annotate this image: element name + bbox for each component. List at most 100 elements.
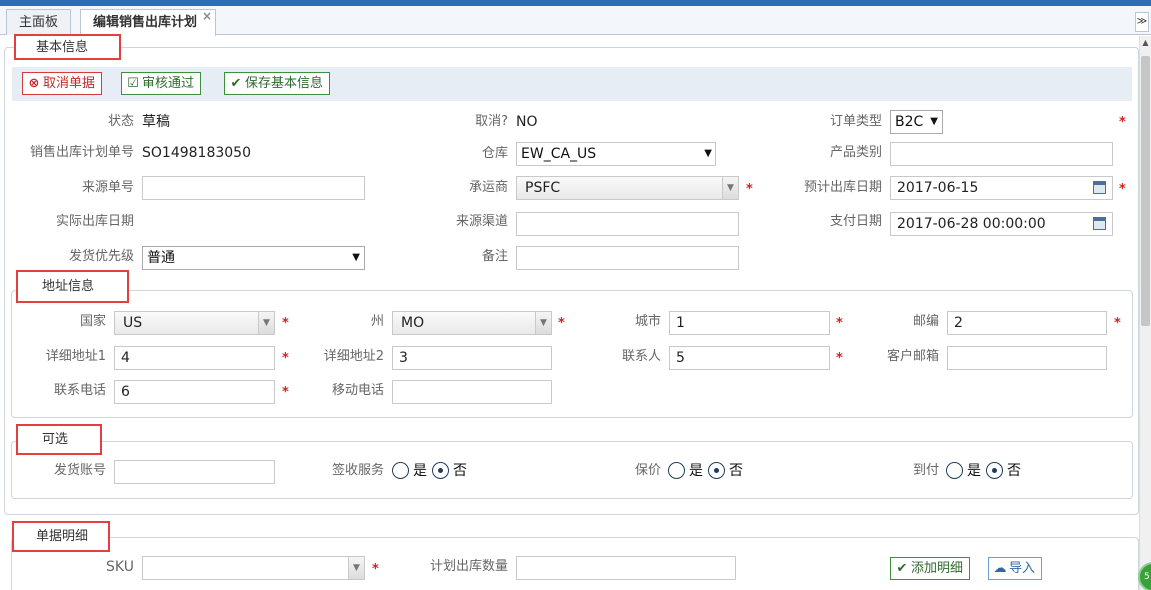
status-value: 草稿	[142, 114, 170, 130]
scroll-up-icon[interactable]: ▲	[1140, 36, 1151, 50]
insure-label: 保价	[634, 463, 661, 478]
add-detail-label: 添加明细	[911, 561, 964, 576]
approve-button[interactable]: ☑ 审核通过	[121, 72, 202, 95]
order-type-label: 订单类型	[829, 114, 882, 129]
add-detail-button[interactable]: ✔ 添加明细	[890, 557, 971, 580]
insure-yes-radio[interactable]	[668, 462, 685, 479]
required-mark: *	[1119, 115, 1126, 130]
detail-title: 单据明细	[36, 529, 89, 544]
cancel-order-button[interactable]: ⊗ 取消单据	[22, 72, 103, 95]
chevron-down-icon[interactable]: ▼	[258, 312, 274, 334]
chevron-down-icon: ▼	[704, 148, 712, 159]
warehouse-select[interactable]: EW_CA_US ▼	[516, 142, 716, 166]
sign-yes-label: 是	[413, 463, 427, 479]
address2-label: 详细地址2	[323, 349, 384, 364]
address1-input[interactable]: 4	[114, 346, 275, 370]
est-date-input[interactable]: 2017-06-15	[890, 176, 1113, 200]
required-mark: *	[1119, 182, 1126, 197]
email-input[interactable]	[947, 346, 1107, 370]
calendar-icon[interactable]	[1093, 217, 1106, 230]
cloud-upload-icon: ☁	[993, 561, 1007, 576]
remark-input[interactable]	[516, 246, 739, 270]
city-input[interactable]: 1	[669, 311, 830, 335]
state-value: MO	[401, 315, 425, 331]
priority-select[interactable]: 普通 ▼	[142, 246, 365, 270]
channel-label: 来源渠道	[455, 214, 508, 229]
scroll-thumb[interactable]	[1141, 56, 1150, 326]
cod-yes-radio[interactable]	[946, 462, 963, 479]
vertical-scrollbar[interactable]: ▲	[1139, 36, 1151, 590]
tab-dashboard-label: 主面板	[19, 15, 59, 30]
contact-input[interactable]: 5	[669, 346, 830, 370]
cancel-icon: ⊗	[28, 76, 40, 91]
status-label: 状态	[107, 114, 134, 129]
insure-yes-label: 是	[689, 463, 703, 479]
product-category-label: 产品类别	[829, 145, 882, 160]
order-type-select[interactable]: B2C ▼	[890, 110, 943, 134]
optional-title: 可选	[42, 432, 69, 447]
address2-input[interactable]: 3	[392, 346, 552, 370]
address-legend: 地址信息	[16, 270, 129, 303]
tab-dashboard[interactable]: 主面板	[6, 9, 72, 35]
sign-no-label: 否	[453, 463, 467, 479]
product-category-input[interactable]	[890, 142, 1113, 166]
contact-label: 联系人	[621, 349, 661, 364]
calendar-icon[interactable]	[1093, 181, 1106, 194]
planned-qty-input[interactable]	[516, 556, 736, 580]
address1-label: 详细地址1	[45, 349, 106, 364]
channel-input[interactable]	[516, 212, 739, 236]
required-mark: *	[836, 351, 843, 366]
required-mark: *	[836, 316, 843, 331]
account-input[interactable]	[114, 460, 275, 484]
pay-date-value: 2017-06-28 00:00:00	[897, 216, 1046, 232]
est-date-value: 2017-06-15	[897, 180, 979, 196]
tab-edit-label: 编辑销售出库计划	[93, 15, 198, 30]
save-basic-button[interactable]: ✔ 保存基本信息	[224, 72, 331, 95]
source-no-input[interactable]	[142, 176, 365, 200]
zip-input[interactable]: 2	[947, 311, 1107, 335]
sign-service-label: 签收服务	[331, 463, 384, 478]
import-button[interactable]: ☁ 导入	[988, 557, 1043, 580]
chevron-down-icon: ▼	[352, 252, 360, 263]
mobile-input[interactable]	[392, 380, 552, 404]
est-date-label: 预计出库日期	[803, 180, 882, 195]
actual-date-label: 实际出库日期	[55, 214, 134, 229]
zip-label: 邮编	[912, 314, 939, 329]
plan-no-value: SO1498183050	[142, 145, 251, 161]
carrier-label: 承运商	[468, 180, 508, 195]
carrier-value: PSFC	[525, 180, 561, 196]
required-mark: *	[282, 351, 289, 366]
tab-bar: 主面板 编辑销售出库计划 × ≫	[0, 6, 1151, 36]
planned-qty-label: 计划出库数量	[429, 559, 508, 574]
sign-yes-radio[interactable]	[392, 462, 409, 479]
cancelled-label: 取消?	[475, 114, 508, 129]
sign-no-radio[interactable]	[432, 462, 449, 479]
sku-combo[interactable]: ▼	[142, 556, 365, 580]
tab-menu-button[interactable]: ≫	[1135, 12, 1149, 32]
chevron-down-icon[interactable]: ▼	[535, 312, 551, 334]
phone-input[interactable]: 6	[114, 380, 275, 404]
state-combo[interactable]: MO ▼	[392, 311, 552, 335]
chevron-down-icon[interactable]: ▼	[722, 177, 738, 199]
carrier-combo[interactable]: PSFC ▼	[516, 176, 739, 200]
cod-no-label: 否	[1007, 463, 1021, 479]
insure-no-label: 否	[729, 463, 743, 479]
insure-no-radio[interactable]	[708, 462, 725, 479]
required-mark: *	[558, 316, 565, 331]
basic-info-title: 基本信息	[36, 40, 89, 55]
cancelled-value: NO	[516, 114, 538, 130]
state-label: 州	[370, 314, 384, 329]
detail-legend: 单据明细	[12, 521, 110, 552]
required-mark: *	[282, 385, 289, 400]
cod-no-radio[interactable]	[986, 462, 1003, 479]
tab-edit-sales-plan[interactable]: 编辑销售出库计划 ×	[80, 9, 217, 36]
country-combo[interactable]: US ▼	[114, 311, 275, 335]
priority-label: 发货优先级	[68, 249, 134, 264]
check-square-icon: ☑	[127, 76, 139, 91]
pay-date-input[interactable]: 2017-06-28 00:00:00	[890, 212, 1113, 236]
plan-no-label: 销售出库计划单号	[29, 145, 134, 160]
chevron-down-icon[interactable]: ▼	[348, 557, 364, 579]
approve-label: 审核通过	[142, 76, 195, 91]
close-icon[interactable]: ×	[202, 4, 212, 29]
mobile-label: 移动电话	[331, 383, 384, 398]
